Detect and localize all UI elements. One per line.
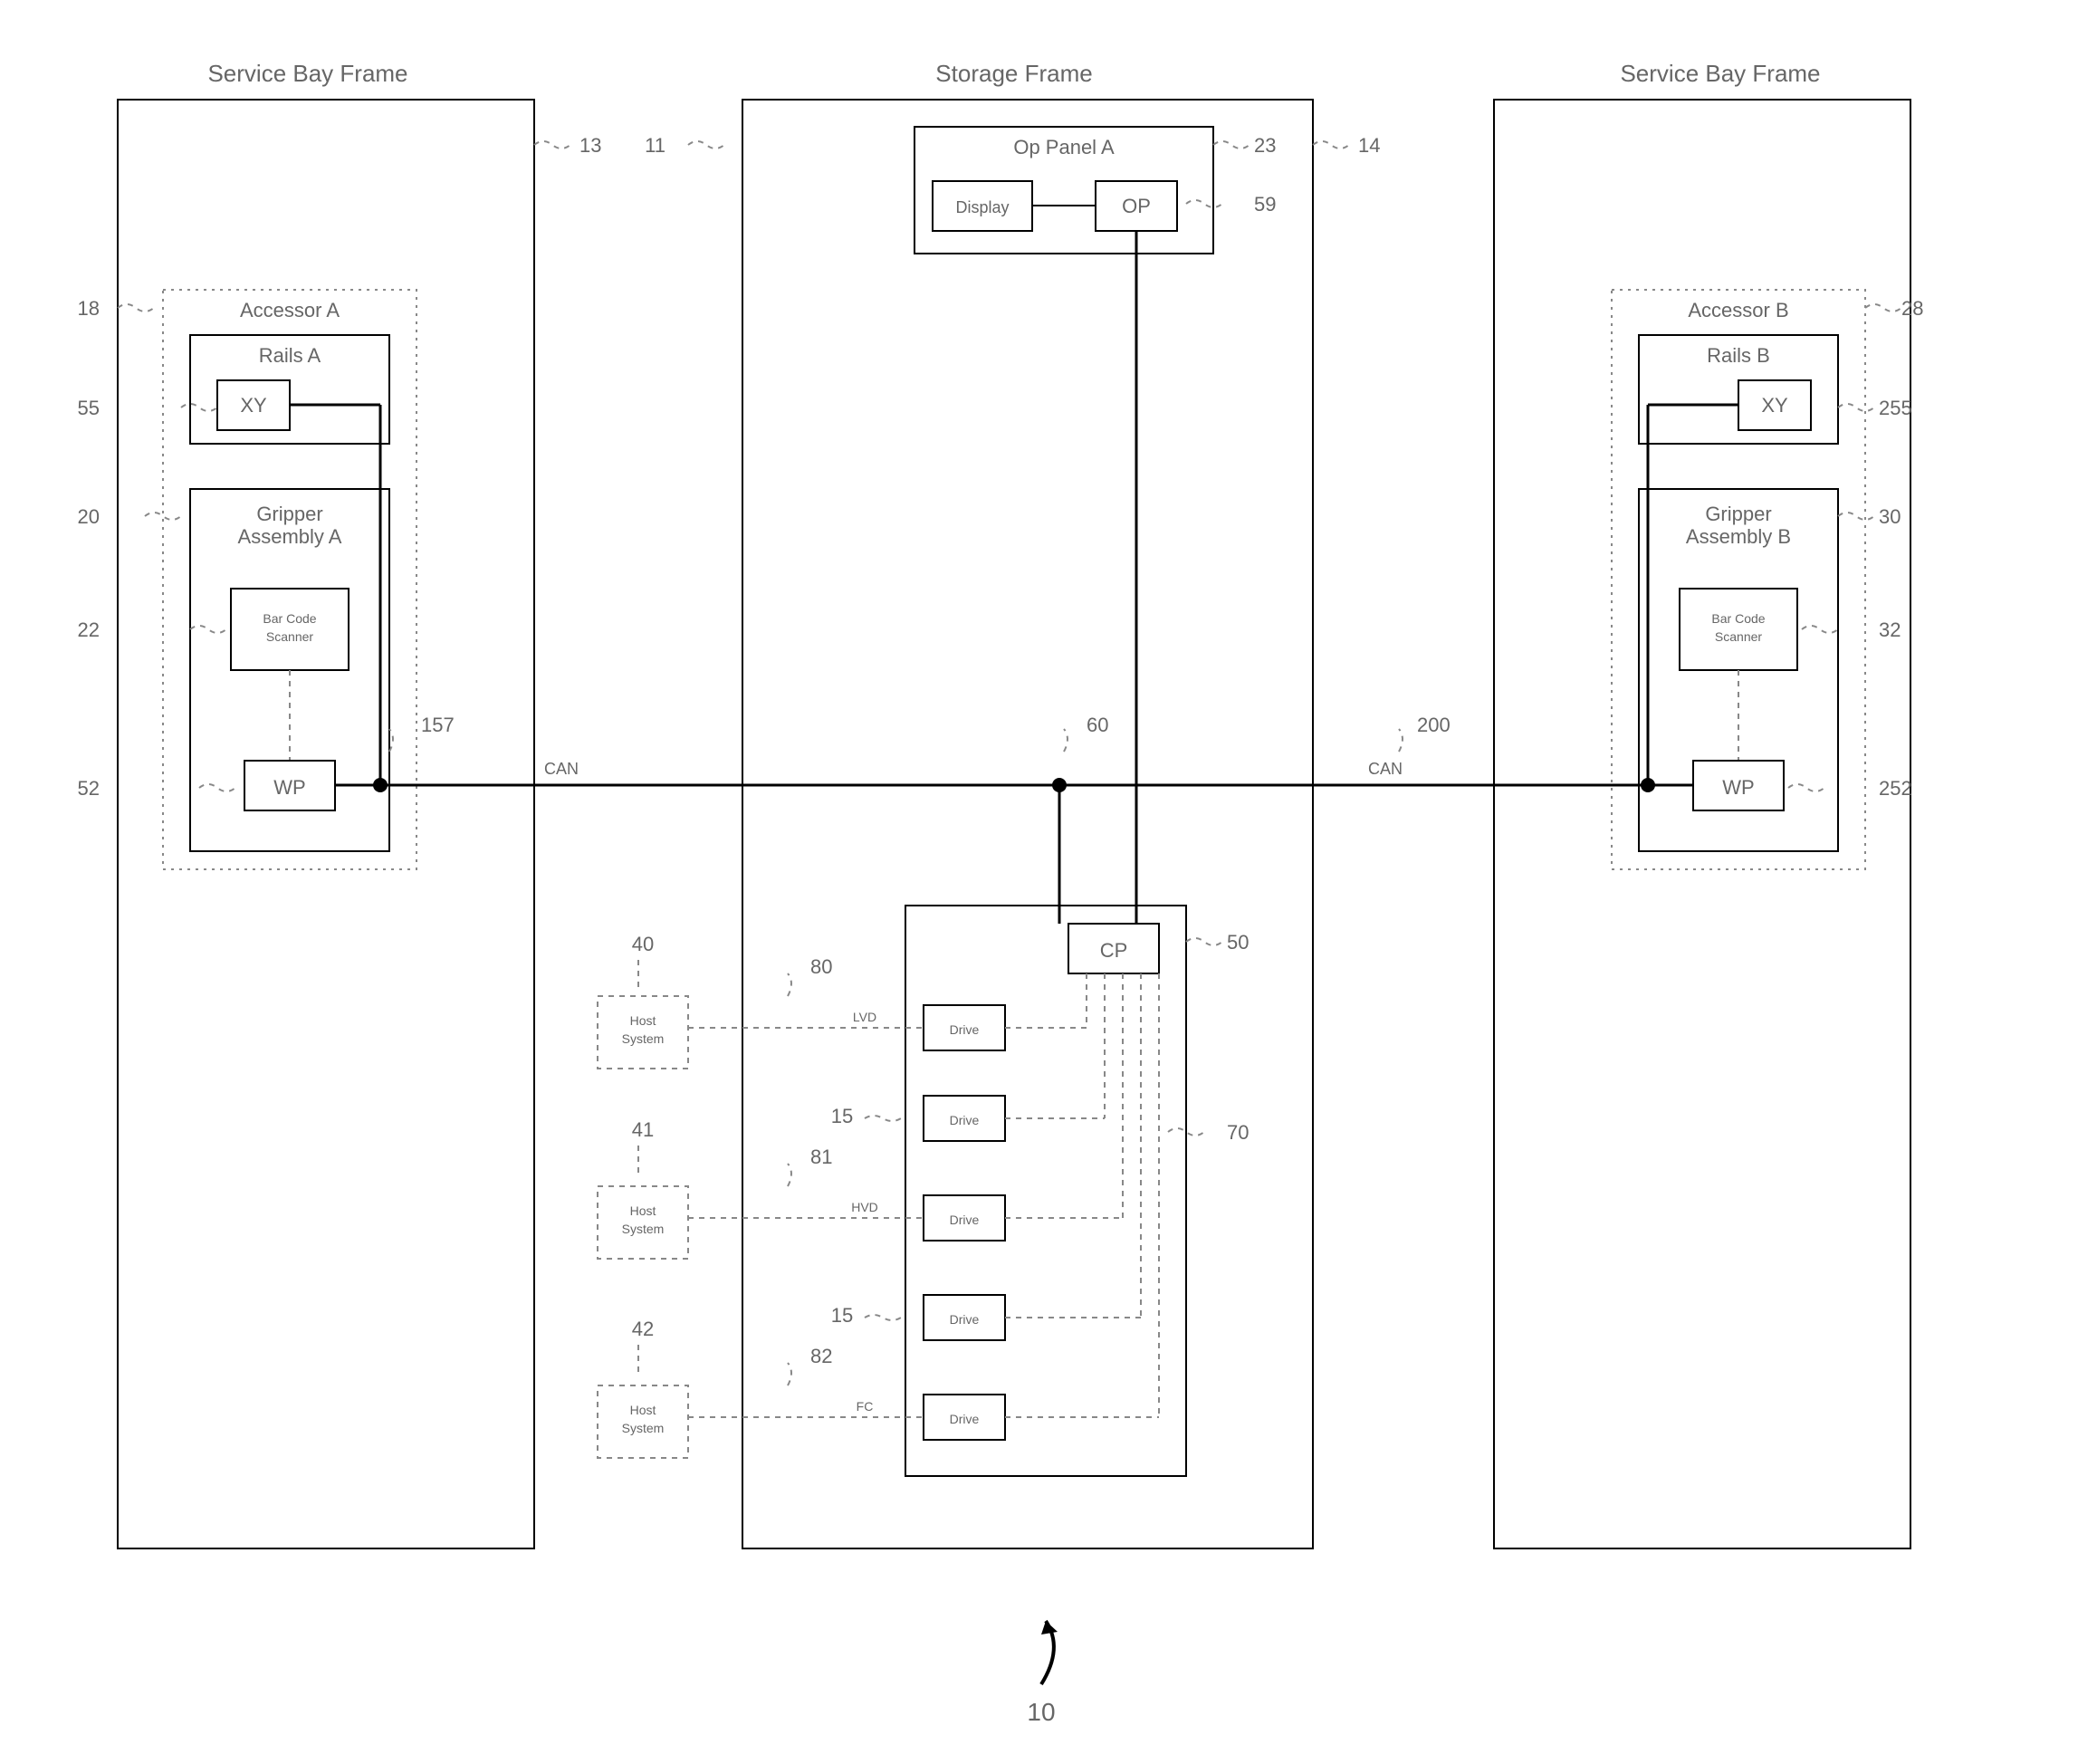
scanner-b-l1: Bar Code [1711, 611, 1765, 626]
svg-text:Host: Host [630, 1403, 656, 1417]
rails-b-title: Rails B [1707, 344, 1770, 367]
ref-bus-hvd: 81 [810, 1146, 832, 1168]
op-display-label: Display [955, 198, 1009, 216]
ref-host-2: 41 [632, 1118, 654, 1141]
diagram: Service Bay Frame Storage Frame Service … [0, 0, 2097, 1764]
svg-text:Drive: Drive [950, 1022, 980, 1037]
ref-cp: 50 [1227, 931, 1249, 954]
frame-center [742, 100, 1313, 1548]
svg-text:Drive: Drive [950, 1312, 980, 1327]
ref-accessor-a: 18 [78, 297, 100, 320]
drives: Drive Drive Drive Drive Drive [924, 1005, 1005, 1440]
gripper-a-title-line1: Gripper [256, 503, 322, 525]
op-panel-title: Op Panel A [1013, 136, 1115, 158]
rails-a-title: Rails A [259, 344, 321, 367]
ref-drive-b: 15 [831, 1304, 853, 1327]
ref-bus-center: 60 [1087, 714, 1108, 736]
gripper-a-title-line2: Assembly A [238, 525, 342, 548]
svg-text:Host: Host [630, 1013, 656, 1028]
svg-text:System: System [622, 1222, 665, 1236]
ref-rails-b: 255 [1879, 397, 1912, 419]
frame-right-title: Service Bay Frame [1620, 60, 1820, 87]
ref-op: 59 [1254, 193, 1276, 216]
ref-op-panel: 23 [1254, 134, 1276, 157]
op-label: OP [1122, 195, 1151, 217]
cp-label: CP [1100, 939, 1128, 962]
rails-a-xy-label: XY [240, 394, 267, 417]
gripper-b-title-line1: Gripper [1705, 503, 1771, 525]
ref-scanner-b: 32 [1879, 618, 1901, 641]
bus-fc: FC [857, 1399, 874, 1414]
scanner-b-l2: Scanner [1715, 629, 1762, 644]
can-label-right: CAN [1368, 760, 1403, 778]
ref-bus-left: 157 [421, 714, 455, 736]
frame-left-title: Service Bay Frame [207, 60, 407, 87]
svg-text:Drive: Drive [950, 1213, 980, 1227]
svg-text:Drive: Drive [950, 1113, 980, 1127]
ref-bus-lvd: 80 [810, 955, 832, 978]
accessor-a-title: Accessor A [240, 299, 340, 321]
frame-center-title: Storage Frame [935, 60, 1092, 87]
gripper-b-title-line2: Assembly B [1686, 525, 1791, 548]
ref-gripper-a: 20 [78, 505, 100, 528]
ref-drive-a: 15 [831, 1105, 853, 1127]
ref-accessor-b: 28 [1901, 297, 1923, 320]
scanner-a-l2: Scanner [266, 629, 313, 644]
can-label-left: CAN [544, 760, 579, 778]
ref-frame-left: 13 [579, 134, 601, 157]
rails-b-xy-label: XY [1761, 394, 1788, 417]
ref-bus-fc: 82 [810, 1345, 832, 1367]
accessor-b-title: Accessor B [1688, 299, 1788, 321]
ref-frame-right: 14 [1358, 134, 1380, 157]
ref-cp-lines: 70 [1227, 1121, 1249, 1144]
svg-text:Drive: Drive [950, 1412, 980, 1426]
ref-gripper-b: 30 [1879, 505, 1901, 528]
ref-bus-right: 200 [1417, 714, 1451, 736]
svg-text:System: System [622, 1031, 665, 1046]
drive-bay [905, 906, 1186, 1476]
ref-wp-a: 52 [78, 777, 100, 800]
scanner-a-l1: Bar Code [263, 611, 316, 626]
wp-b-label: WP [1722, 776, 1754, 799]
ref-host-1: 40 [632, 933, 654, 955]
bus-hvd: HVD [851, 1200, 878, 1214]
wp-a-label: WP [273, 776, 305, 799]
ref-rails-a: 55 [78, 397, 100, 419]
svg-text:System: System [622, 1421, 665, 1435]
ref-scanner-a: 22 [78, 618, 100, 641]
ref-host-3: 42 [632, 1318, 654, 1340]
svg-text:Host: Host [630, 1203, 656, 1218]
ref-figure: 10 [1027, 1698, 1055, 1726]
ref-frame-center: 11 [645, 134, 665, 157]
ref-wp-b: 252 [1879, 777, 1912, 800]
bus-lvd: LVD [853, 1010, 876, 1024]
